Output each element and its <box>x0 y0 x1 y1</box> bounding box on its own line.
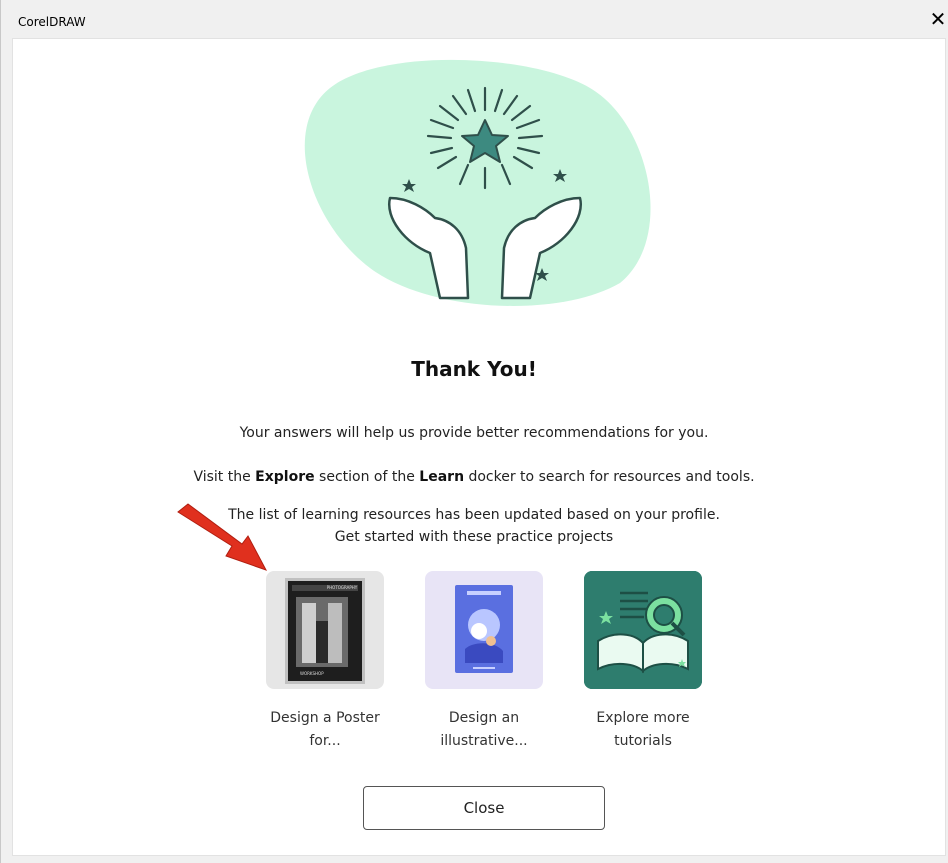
thank-you-illustration <box>304 59 651 306</box>
svg-text:PHOTOGRAPHY: PHOTOGRAPHY <box>327 585 358 590</box>
learn-label: Learn <box>419 469 465 485</box>
project-card-illustrative-label[interactable]: Design an illustrative... <box>409 707 559 753</box>
close-icon[interactable]: ✕ <box>929 9 947 29</box>
mint-blob <box>304 59 651 306</box>
window-title: CorelDRAW <box>18 15 86 29</box>
project-card-poster[interactable]: PHOTOGRAPHY WORKSHOP <box>266 571 384 689</box>
poster-thumbnail-icon: PHOTOGRAPHY WORKSHOP <box>285 578 365 684</box>
resources-updated-text: The list of learning resources has been … <box>228 507 720 523</box>
project-card-tutorials[interactable] <box>584 571 702 689</box>
project-card-tutorials-label[interactable]: Explore more tutorials <box>568 707 718 753</box>
open-book-icon <box>584 571 702 689</box>
project-card-illustrative[interactable] <box>425 571 543 689</box>
explore-instruction: Visit the Explore section of the Learn d… <box>193 469 755 485</box>
thank-you-heading: Thank You! <box>411 357 537 381</box>
practice-projects-text: Get started with these practice projects <box>334 529 614 545</box>
explore-label: Explore <box>255 469 315 485</box>
close-button[interactable]: Close <box>363 786 605 830</box>
annotation-arrow-icon <box>177 503 268 571</box>
project-card-poster-label[interactable]: Design a Poster for... <box>250 707 400 753</box>
illustration-thumbnail-icon <box>455 585 513 673</box>
recommendation-text: Your answers will help us provide better… <box>239 425 709 441</box>
svg-text:WORKSHOP: WORKSHOP <box>300 671 324 676</box>
title-bar: CorelDRAW ✕ <box>0 0 948 38</box>
